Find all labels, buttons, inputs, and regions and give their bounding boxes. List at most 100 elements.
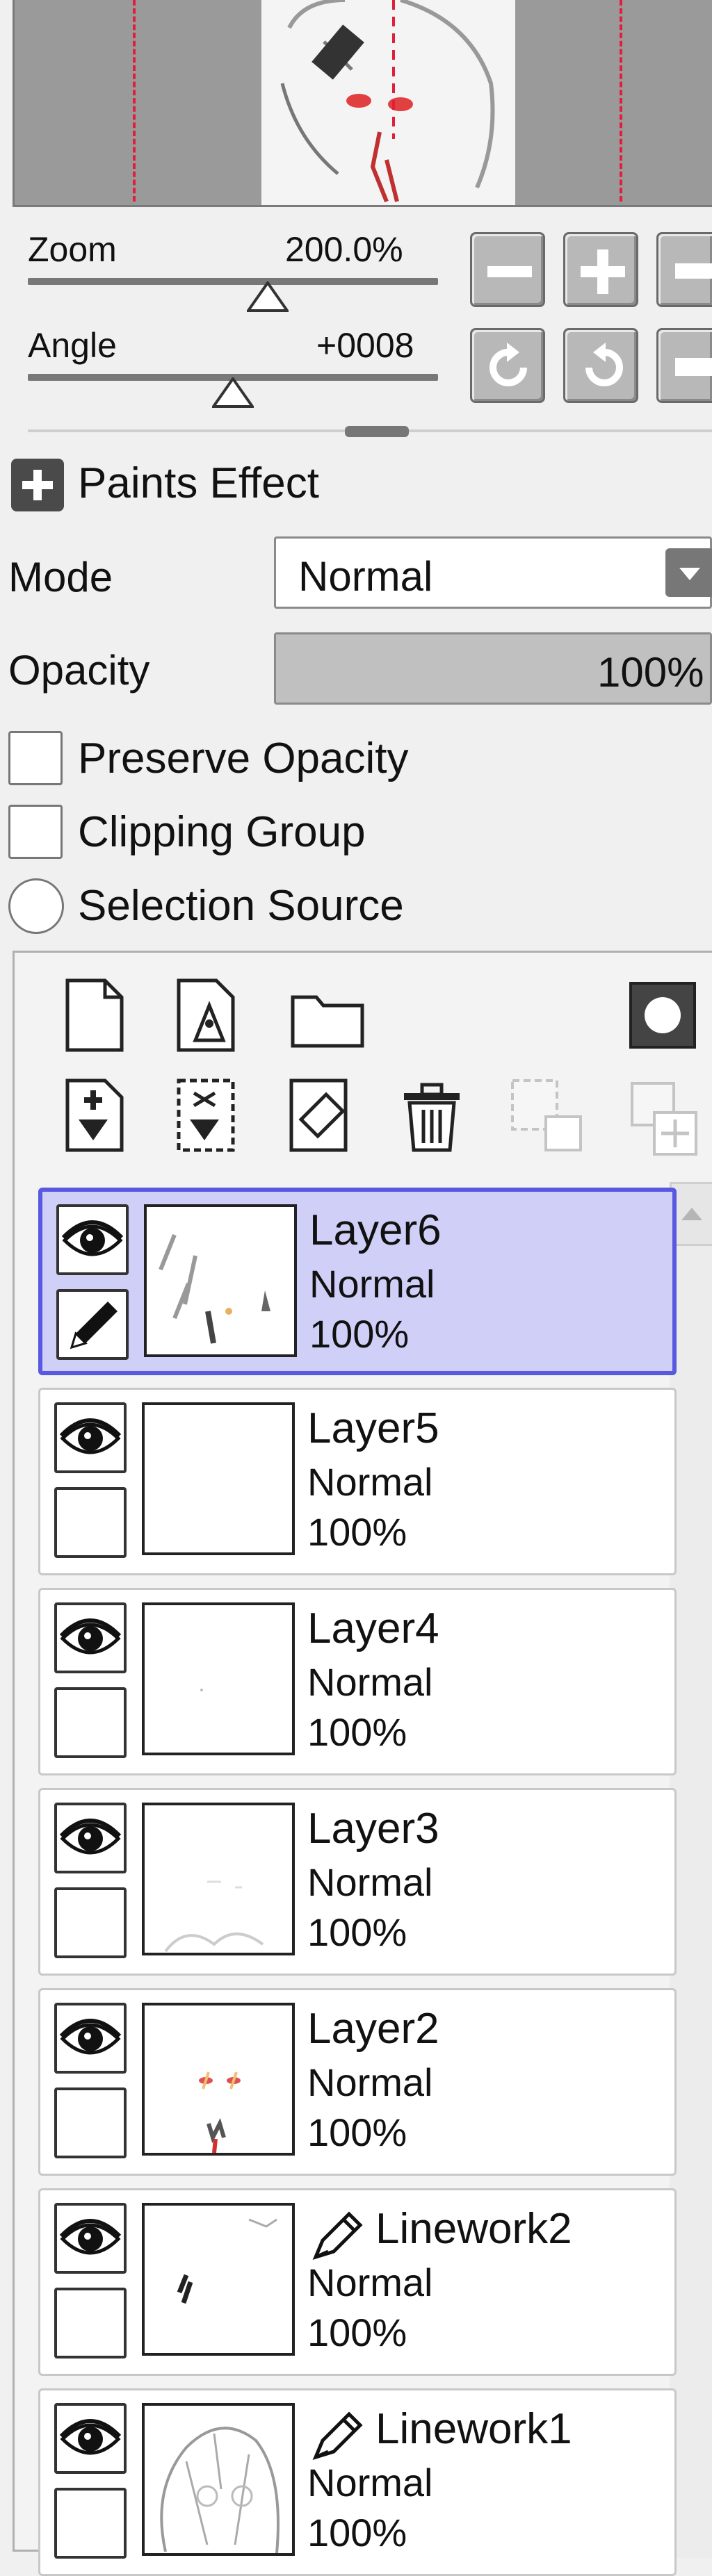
angle-slider-thumb[interactable] — [212, 377, 254, 409]
layer-thumbnail — [142, 1803, 295, 1955]
edit-lock-toggle[interactable] — [56, 1289, 129, 1360]
edit-lock-toggle[interactable] — [54, 1887, 127, 1958]
zoom-in-button[interactable] — [563, 232, 638, 307]
mode-label: Mode — [8, 554, 113, 600]
layer-row-layer4[interactable]: Layer4 Normal 100% — [38, 1588, 677, 1775]
visibility-toggle[interactable] — [54, 1402, 127, 1473]
layer-name: Linework2 — [375, 2205, 572, 2253]
layer-row-linework2[interactable]: Linework2 Normal 100% — [38, 2188, 677, 2376]
transfer-down-icon[interactable] — [63, 1078, 130, 1154]
visibility-toggle[interactable] — [54, 1803, 127, 1873]
merge-selection-icon — [511, 1079, 582, 1151]
layer-blend-mode: Normal — [307, 1660, 433, 1704]
layer-row-layer5[interactable]: Layer5 Normal 100% — [38, 1388, 677, 1575]
layer-row-linework1[interactable]: Linework1 Normal 100% — [38, 2388, 677, 2576]
paints-effect-title: Paints Effect — [78, 459, 319, 507]
canvas-thumbnail — [261, 0, 515, 205]
selection-source-label: Selection Source — [78, 882, 404, 930]
chevron-down-icon[interactable] — [665, 548, 712, 597]
layer-name: Layer3 — [307, 1805, 439, 1853]
zoom-label: Zoom — [28, 230, 117, 269]
visibility-toggle[interactable] — [56, 1204, 129, 1275]
layer-opacity: 100% — [307, 1510, 407, 1554]
new-layer-icon[interactable] — [63, 978, 126, 1054]
visibility-toggle[interactable] — [54, 2203, 127, 2274]
zoom-slider[interactable] — [28, 278, 438, 285]
angle-value: +0008 — [316, 326, 414, 365]
clipping-group-label: Clipping Group — [78, 808, 366, 856]
opacity-value: 100% — [597, 649, 704, 696]
preserve-opacity-checkbox[interactable] — [8, 731, 63, 785]
edit-lock-toggle[interactable] — [54, 2488, 127, 2559]
rotate-reset-button[interactable] — [656, 328, 712, 403]
pencil-icon — [70, 1302, 118, 1349]
layer-thumbnail — [142, 2003, 295, 2156]
layer-blend-mode: Normal — [309, 1262, 435, 1306]
linework-pen-icon — [312, 2411, 363, 2460]
zoom-value: 200.0% — [285, 230, 403, 269]
mode-select[interactable]: Normal — [274, 536, 712, 609]
new-folder-icon[interactable] — [290, 987, 366, 1050]
trash-icon[interactable] — [397, 1082, 467, 1154]
mode-select-value: Normal — [298, 553, 433, 600]
layer-name: Layer5 — [307, 1404, 439, 1452]
layer-row-layer2[interactable]: Layer2 Normal 100% — [38, 1988, 677, 2176]
layer-opacity: 100% — [307, 2110, 407, 2154]
clear-layer-icon[interactable] — [287, 1078, 357, 1154]
preserve-opacity-label: Preserve Opacity — [78, 735, 409, 782]
edit-lock-toggle[interactable] — [54, 2288, 127, 2358]
new-linework-layer-icon[interactable] — [175, 978, 241, 1054]
layer-opacity: 100% — [309, 1312, 410, 1356]
edit-lock-toggle[interactable] — [54, 2087, 127, 2158]
zoom-out-button[interactable] — [470, 232, 545, 307]
eye-icon — [59, 2419, 122, 2455]
layer-name: Linework1 — [375, 2405, 572, 2453]
layer-blend-mode: Normal — [307, 2060, 433, 2104]
layer-name: Layer2 — [307, 2005, 439, 2053]
selection-source-radio[interactable] — [8, 878, 64, 934]
rotate-right-button[interactable] — [563, 328, 638, 403]
layer-name: Layer6 — [309, 1206, 442, 1254]
layer-row-layer3[interactable]: Layer3 Normal 100% — [38, 1788, 677, 1976]
layer-opacity: 100% — [307, 1710, 407, 1754]
angle-label: Angle — [28, 326, 117, 365]
layer-blend-mode: Normal — [307, 1860, 433, 1904]
eye-icon — [59, 1418, 122, 1454]
visibility-toggle[interactable] — [54, 1602, 127, 1673]
expand-plus-icon[interactable] — [11, 459, 64, 511]
visibility-toggle[interactable] — [54, 2003, 127, 2074]
duplicate-layer-icon — [631, 1082, 697, 1156]
eye-icon — [59, 1819, 122, 1855]
opacity-label: Opacity — [8, 647, 150, 694]
layer-blend-mode: Normal — [307, 2461, 433, 2504]
splitter-handle[interactable] — [345, 426, 409, 437]
layer-row-layer6[interactable]: Layer6 Normal 100% — [38, 1188, 677, 1375]
layer-thumbnail — [142, 2403, 295, 2556]
zoom-reset-button[interactable] — [656, 232, 712, 307]
edit-lock-toggle[interactable] — [54, 1687, 127, 1758]
zoom-slider-thumb[interactable] — [247, 281, 289, 313]
eye-icon — [59, 2219, 122, 2255]
layer-thumbnail — [142, 1602, 295, 1755]
visibility-toggle[interactable] — [54, 2403, 127, 2474]
layer-name: Layer4 — [307, 1605, 439, 1652]
eye-icon — [61, 1220, 124, 1256]
layer-opacity: 100% — [307, 2311, 407, 2354]
linework-pen-icon — [312, 2211, 363, 2260]
layer-panel: Layer6 Normal 100% Layer5 Normal 100% La… — [13, 951, 712, 2576]
layer-mask-icon[interactable] — [628, 981, 697, 1050]
layer-thumbnail — [144, 1204, 297, 1357]
navigator-preview[interactable] — [13, 0, 712, 207]
guide-line-right — [620, 0, 622, 202]
layer-opacity: 100% — [307, 1910, 407, 1954]
eye-icon — [59, 2019, 122, 2055]
layer-opacity: 100% — [307, 2511, 407, 2554]
opacity-slider[interactable]: 100% — [274, 632, 712, 705]
clipping-group-checkbox[interactable] — [8, 805, 63, 859]
eye-icon — [59, 1618, 122, 1655]
edit-lock-toggle[interactable] — [54, 1487, 127, 1558]
rotate-left-button[interactable] — [470, 328, 545, 403]
layer-thumbnail — [142, 2203, 295, 2356]
layer-thumbnail — [142, 1402, 295, 1555]
merge-down-icon[interactable] — [175, 1078, 241, 1154]
